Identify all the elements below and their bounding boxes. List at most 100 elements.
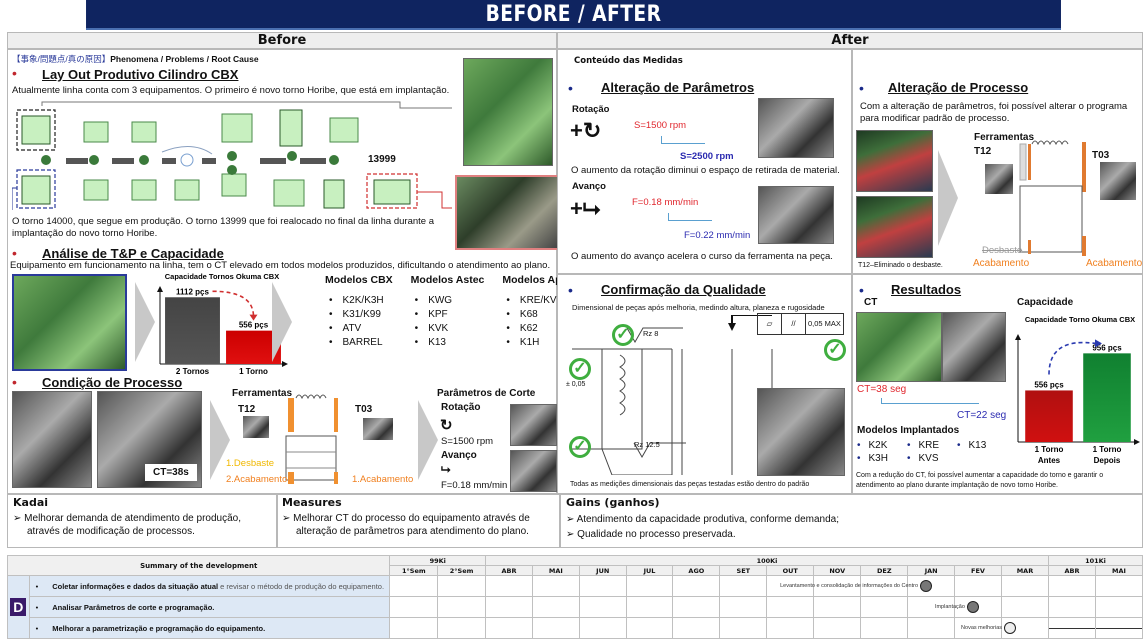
tool-t03-image [363,418,393,440]
machine-label-13999: 13999 [368,154,396,165]
after-acabamento-right: Acabamento [1086,258,1143,269]
model-item: • BARREL [325,336,393,350]
feed-before: F=0.18 mm/min [632,197,699,208]
schedule-cell [1000,575,1050,597]
content-title: Conteúdo das Medidas [574,56,683,66]
process-change-title: Alteração de Processo [888,80,1029,95]
schedule-cell [531,575,580,597]
schedule-cell [766,617,815,639]
bar-value-label: 1112 pçs [176,287,209,296]
params-title: Alteração de Parâmetros [601,80,755,95]
bullet-icon: • [35,581,39,591]
gains-text: Qualidade no processo preservada. [577,529,736,540]
rotation-value: S=1500 rpm [441,436,494,447]
after-t12-image [985,164,1013,194]
chart-title: Capacidade Torno Okuma CBX [1025,315,1135,324]
bullet-icon: • [568,282,573,298]
after-t03-image [1100,162,1136,200]
schedule-cell [578,596,627,618]
bullet-icon: • [506,337,510,348]
schedule-cell [860,617,909,639]
ct-label: CT=38s [145,464,197,481]
period-header: 101Ki [1048,555,1143,566]
schedule-cell [1048,617,1096,639]
phase-cell: D [7,575,30,639]
month-header: JUN [578,565,627,576]
schedule-cell [625,596,674,618]
process-change-desc: Com a alteração de parâmetros, foi possí… [860,101,1128,124]
flow-arrow-icon [272,282,292,362]
bullet-icon: • [857,453,861,464]
tool-t12-label: T12 [238,404,256,415]
month-header: SET [719,565,768,576]
quality-title: Confirmação da Qualidade [601,282,766,297]
process-title: Condição de Processo [42,375,183,390]
y-axis-arrow-icon [157,286,163,292]
before-header: Before [7,32,557,49]
schedule-cell [672,617,721,639]
schedule-cell [625,617,674,639]
measures-title: Measures [282,496,342,509]
after-part-drawing [1016,136,1092,266]
flow-arrow-icon [418,400,438,480]
bar [1083,353,1131,442]
milestone-done-icon [966,601,979,613]
schedule-cell [531,596,580,618]
results-tool-photo [942,312,1006,382]
bullet-icon: • [414,323,419,334]
tolerance: ± 0,05 [566,381,586,388]
rz-top: Rz 8 [643,329,659,338]
bullet-icon: • [329,295,333,306]
bullet-icon: • [857,440,861,451]
results-machine-photo [856,312,942,382]
bullet-icon: • [907,440,911,451]
after-header: After [557,32,1143,49]
rz-bottom: Rz 12.5 [634,440,660,449]
struck-desbaste: Desbaste [982,245,1023,256]
schedule-cell [1000,596,1050,618]
rotation-icon: ↻ [440,417,453,434]
y-axis-arrow-icon [1015,334,1021,340]
task-text: e revisar o método de produção do equipa… [218,581,385,591]
step-desbaste: 1.Desbaste [226,458,275,469]
development-schedule: Summary of the development 99Ki 100Ki 101Ki… [6,555,1143,639]
layout-desc: Atualmente linha conta com 3 equipamento… [12,85,450,96]
bullet-icon: • [329,309,333,320]
rotation-before: S=1500 rpm [634,120,687,131]
bar-value-label: 556 pçs [1034,380,1064,389]
model-name: K13 [968,440,987,451]
bullet-icon: • [859,282,864,298]
month-header: JAN [907,565,956,576]
bar [165,297,220,364]
model-item: • K31/K99 [325,308,393,322]
schedule-cell [907,617,956,639]
ct-title: CT [864,297,878,308]
month-header: NOV [813,565,862,576]
quality-note: Todas as medições dimensionais das peças… [570,481,810,488]
params-feed-label: Avanço [572,181,606,192]
schedule-row: • Analisar Parâmetros de corte e programa… [8,596,1143,618]
chart-before: Capacidade Tornos Okuma CBX 1112 pçs 2 Tor… [150,270,290,378]
model-name: KWG [428,295,453,306]
model-name: K62 [519,323,538,334]
increase-rotation-icon: +↻ [570,118,602,143]
implanted-model: • KRE [907,440,957,451]
task-cell: • Coletar informações e dados da situação… [28,575,391,597]
bullet-icon: • [506,295,510,306]
model-name: K31/K99 [342,309,381,320]
schedule-cell: Novas melhorias [961,617,1050,639]
schedule-cell: Implantação [935,596,1002,618]
model-name: K2K/K3H [342,295,384,306]
model-name: K1H [519,337,540,348]
model-name: KVK [428,323,449,334]
results-note: Com a redução do CT, foi possível aument… [856,472,1104,489]
check-icon: ✓ [824,339,846,361]
milestone: Novas melhorias [961,622,1017,634]
bar [1025,390,1073,442]
schedule-cell [1095,575,1143,597]
timeline-line [1096,628,1142,629]
quality-desc: Dimensional de peças após melhoria, medi… [572,303,825,312]
schedule-cell [484,617,533,639]
model-name: KRE [918,440,940,451]
timeline-line [1049,628,1095,629]
